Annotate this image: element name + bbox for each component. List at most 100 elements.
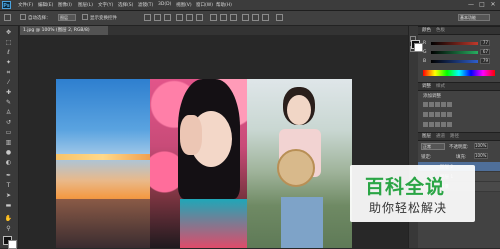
marquee-icon[interactable]: ⬚ <box>4 39 13 46</box>
color-spectrum-bar[interactable] <box>423 70 495 76</box>
distribute-top-icon[interactable] <box>210 14 217 21</box>
align-top-icon[interactable] <box>144 14 151 21</box>
channel-mixer-icon[interactable] <box>447 112 452 117</box>
tab-adjustments[interactable]: 调整 <box>420 83 433 90</box>
menu-help[interactable]: 帮助(H) <box>216 2 232 8</box>
distribute-bottom-icon[interactable] <box>230 14 237 21</box>
adjustment-icons-row-1 <box>423 102 493 107</box>
menu-type[interactable]: 文字(Y) <box>98 2 113 8</box>
brush-icon[interactable]: ✎ <box>4 99 13 106</box>
watermark-subtitle: 助你轻松解决 <box>369 201 448 215</box>
adjustment-icons-row-3 <box>423 122 493 127</box>
close-icon[interactable]: ✕ <box>488 1 498 9</box>
photo-girl-hat[interactable] <box>247 79 352 248</box>
slider-r[interactable]: R 77 <box>423 40 493 46</box>
color-balance-icon[interactable] <box>429 112 434 117</box>
options-bar: 自动选择： 图层 显示变换控件 基本功能 <box>0 11 500 26</box>
add-adjustment-label: 添加调整 <box>423 94 441 99</box>
magic-wand-icon[interactable]: ✦ <box>4 59 13 66</box>
document-tab[interactable]: 1.jpg @ 100% (图层 2, RGB/8) <box>20 26 108 35</box>
photo-sunset-sea[interactable] <box>56 79 150 248</box>
gradient-icon[interactable]: ▥ <box>4 139 13 146</box>
menu-file[interactable]: 文件(F) <box>18 2 33 8</box>
slider-b[interactable]: B 79 <box>423 58 493 64</box>
tab-styles[interactable]: 样式 <box>434 83 447 90</box>
tab-swatches[interactable]: 色板 <box>434 27 447 34</box>
dodge-icon[interactable]: ◐ <box>4 159 13 166</box>
menu-select[interactable]: 选择(S) <box>118 2 133 8</box>
layers-panel-header: 图层 通道 路径 <box>418 132 500 141</box>
eyedropper-icon[interactable]: ⁄ <box>4 79 13 86</box>
blend-mode-dropdown[interactable]: 正常 <box>421 143 445 150</box>
hue-saturation-icon[interactable] <box>423 112 428 117</box>
slider-g[interactable]: G 67 <box>423 49 493 55</box>
exposure-icon[interactable] <box>441 102 446 107</box>
menu-layer[interactable]: 图层(L) <box>78 2 93 8</box>
levels-icon[interactable] <box>429 102 434 107</box>
maximize-icon[interactable]: □ <box>477 1 487 9</box>
align-center-icon[interactable] <box>186 14 193 21</box>
threshold-icon[interactable] <box>435 122 440 127</box>
menu-filter[interactable]: 滤镜(T) <box>138 2 153 8</box>
path-select-icon[interactable]: ➤ <box>4 192 13 199</box>
type-icon[interactable]: T <box>4 182 13 189</box>
photo-girl-blossoms[interactable] <box>150 79 247 248</box>
menu-view[interactable]: 视图(V) <box>176 2 192 8</box>
adjustments-panel-header: 调整 样式 <box>418 82 500 91</box>
history-brush-icon[interactable]: ↺ <box>4 119 13 126</box>
sun-glow <box>56 154 150 160</box>
minimize-icon[interactable]: — <box>466 1 476 9</box>
menu-image[interactable]: 图像(I) <box>58 2 72 8</box>
distribute-left-icon[interactable] <box>242 14 249 21</box>
menu-edit[interactable]: 编辑(E) <box>38 2 53 8</box>
tab-color[interactable]: 颜色 <box>420 27 433 34</box>
move-icon[interactable]: ✥ <box>4 29 13 36</box>
pen-icon[interactable]: ✒ <box>4 172 13 179</box>
tab-channels[interactable]: 通道 <box>434 133 447 140</box>
toolbox: ✥ ⬚ ℓ ✦ ⌗ ⁄ ✚ ✎ ♙ ↺ ▭ ▥ ● ◐ ✒ T ➤ ▬ ✋ ⚲ <box>0 26 19 249</box>
auto-select-checkbox[interactable] <box>20 14 26 20</box>
distribute-middle-icon[interactable] <box>220 14 227 21</box>
eraser-icon[interactable]: ▭ <box>4 129 13 136</box>
tab-layers[interactable]: 图层 <box>420 133 433 140</box>
menu-3d[interactable]: 3D(D) <box>158 2 171 7</box>
align-bottom-icon[interactable] <box>164 14 171 21</box>
sea-surface <box>56 199 150 248</box>
distribute-right-icon[interactable] <box>262 14 269 21</box>
selective-color-icon[interactable] <box>447 122 452 127</box>
menu-window[interactable]: 窗口(W) <box>196 2 213 8</box>
crop-icon[interactable]: ⌗ <box>4 69 13 76</box>
lasso-icon[interactable]: ℓ <box>4 49 13 56</box>
auto-select-label: 自动选择： <box>28 16 51 21</box>
blur-icon[interactable]: ● <box>4 149 13 156</box>
hand-shape <box>180 115 202 155</box>
stamp-icon[interactable]: ♙ <box>4 109 13 116</box>
show-transform-checkbox[interactable] <box>82 14 88 20</box>
zoom-icon[interactable]: ⚲ <box>4 225 13 232</box>
align-right-icon[interactable] <box>196 14 203 21</box>
move-tool-preset-icon[interactable] <box>4 14 11 21</box>
workspace-dropdown[interactable]: 基本功能 <box>458 14 490 21</box>
panel-background-swatch[interactable] <box>414 43 423 52</box>
posterize-icon[interactable] <box>429 122 434 127</box>
gradient-map-icon[interactable] <box>441 122 446 127</box>
black-white-icon[interactable] <box>435 112 440 117</box>
shape-icon[interactable]: ▬ <box>4 202 13 209</box>
healing-icon[interactable]: ✚ <box>4 89 13 96</box>
photoshop-logo-icon: Ps <box>2 1 11 9</box>
align-left-icon[interactable] <box>176 14 183 21</box>
fill-field[interactable]: 100% <box>474 153 488 159</box>
vibrance-icon[interactable] <box>447 102 452 107</box>
auto-align-icon[interactable] <box>276 14 283 21</box>
brightness-icon[interactable] <box>423 102 428 107</box>
distribute-center-icon[interactable] <box>252 14 259 21</box>
auto-select-dropdown[interactable]: 图层 <box>58 14 76 21</box>
photo-filter-icon[interactable] <box>441 112 446 117</box>
tab-paths[interactable]: 路径 <box>448 133 461 140</box>
straw-hat-shape <box>277 149 315 187</box>
invert-icon[interactable] <box>423 122 428 127</box>
hand-icon[interactable]: ✋ <box>4 215 13 222</box>
opacity-field[interactable]: 100% <box>474 143 488 149</box>
align-middle-icon[interactable] <box>154 14 161 21</box>
curves-icon[interactable] <box>435 102 440 107</box>
